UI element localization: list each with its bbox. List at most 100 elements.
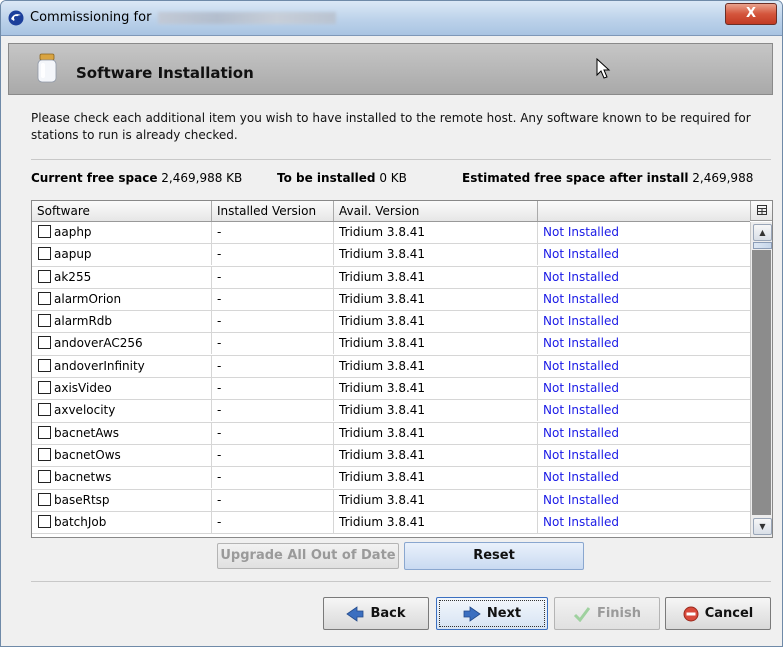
- scroll-track[interactable]: [752, 250, 771, 515]
- table-row[interactable]: aapup - Tridium 3.8.41 Not Installed: [32, 244, 750, 267]
- table-row[interactable]: andoverAC256 - Tridium 3.8.41 Not Installed: [32, 333, 750, 356]
- software-name: bacnetOws: [54, 447, 121, 462]
- installed-version-cell: -: [212, 355, 334, 377]
- installed-version-cell: -: [212, 511, 334, 533]
- column-header-installed-version[interactable]: Installed Version: [212, 201, 334, 221]
- wizard-header: Software Installation: [8, 43, 773, 95]
- install-checkbox[interactable]: [38, 447, 51, 461]
- software-name: alarmRdb: [54, 314, 113, 329]
- estimated-free-space-label: Estimated free space after install: [462, 171, 689, 185]
- window-title: Commissioning for: [30, 10, 152, 25]
- software-cell: baseRtsp: [32, 489, 212, 511]
- vertical-scrollbar[interactable]: ▲ ▼: [750, 222, 772, 537]
- title-bar[interactable]: Commissioning for X: [1, 1, 782, 36]
- table-row[interactable]: axvelocity - Tridium 3.8.41 Not Installed: [32, 400, 750, 423]
- install-checkbox[interactable]: [38, 514, 51, 528]
- table-row[interactable]: aaphp - Tridium 3.8.41 Not Installed: [32, 222, 750, 245]
- install-checkbox[interactable]: [38, 492, 51, 506]
- status-cell: Not Installed: [543, 403, 619, 418]
- column-chooser-icon[interactable]: [750, 201, 772, 221]
- table-row[interactable]: ak255 - Tridium 3.8.41 Not Installed: [32, 266, 750, 289]
- software-name: aaphp: [54, 225, 92, 239]
- table-row[interactable]: bacnetOws - Tridium 3.8.41 Not Installed: [32, 444, 750, 468]
- divider: [31, 159, 771, 160]
- arrow-right-icon: [463, 605, 481, 622]
- software-name: baseRtsp: [54, 492, 110, 507]
- estimated-free-space-value: 2,469,988: [692, 171, 754, 185]
- column-header-software[interactable]: Software: [32, 201, 212, 221]
- install-checkbox[interactable]: [38, 247, 51, 261]
- cancel-button[interactable]: Cancel: [665, 597, 771, 630]
- finish-button-label: Finish: [596, 606, 642, 621]
- installed-version-cell: -: [212, 311, 334, 333]
- install-checkbox[interactable]: [38, 403, 51, 417]
- to-be-installed: To be installed 0 KB: [277, 171, 407, 185]
- software-cell: axisVideo: [32, 378, 212, 400]
- upgrade-all-out-of-date-button[interactable]: Upgrade All Out of Date: [217, 543, 399, 569]
- finish-button[interactable]: Finish: [554, 597, 660, 630]
- status-cell: Not Installed: [543, 514, 619, 529]
- software-name: andoverAC256: [54, 336, 143, 351]
- software-cell: bacnetOws: [32, 444, 212, 466]
- status-cell: Not Installed: [543, 314, 619, 329]
- software-cell: aapup: [32, 244, 212, 266]
- software-name: alarmOrion: [54, 291, 122, 306]
- table-row[interactable]: alarmRdb - Tridium 3.8.41 Not Installed: [32, 311, 750, 334]
- status-cell: Not Installed: [543, 269, 619, 284]
- install-checkbox[interactable]: [38, 336, 51, 350]
- column-header-avail-version[interactable]: Avail. Version: [334, 201, 538, 221]
- scroll-down-button[interactable]: ▼: [753, 518, 772, 535]
- install-checkbox[interactable]: [38, 381, 51, 395]
- column-header-status[interactable]: [538, 201, 750, 221]
- avail-version-cell: Tridium 3.8.41: [334, 266, 538, 288]
- table-row[interactable]: batchJob - Tridium 3.8.41 Not Installed: [32, 511, 750, 535]
- install-checkbox[interactable]: [38, 425, 51, 439]
- reset-button[interactable]: Reset: [404, 542, 584, 570]
- software-cell: alarmRdb: [32, 311, 212, 333]
- current-free-space: Current free space 2,469,988 KB: [31, 171, 242, 185]
- software-name: axvelocity: [54, 403, 116, 418]
- software-cell: aaphp: [32, 222, 212, 243]
- table-row[interactable]: andoverInfinity - Tridium 3.8.41 Not Instal…: [32, 355, 750, 379]
- scroll-up-button[interactable]: ▲: [753, 224, 772, 241]
- to-be-installed-value: 0 KB: [379, 171, 407, 185]
- table-row[interactable]: bacnetws - Tridium 3.8.41 Not Installed: [32, 467, 750, 490]
- avail-version-cell: Tridium 3.8.41: [334, 422, 538, 444]
- status-cell: Not Installed: [543, 225, 619, 239]
- checkmark-icon: [573, 606, 591, 622]
- back-button[interactable]: Back: [323, 597, 429, 630]
- table-header: Software Installed Version Avail. Versio…: [32, 201, 750, 222]
- install-checkbox[interactable]: [38, 314, 51, 328]
- tridium-logo-icon: [8, 10, 24, 26]
- software-name: bacnetws: [54, 470, 112, 485]
- divider: [31, 581, 771, 582]
- install-checkbox[interactable]: [38, 470, 51, 484]
- estimated-free-space: Estimated free space after install 2,469…: [462, 171, 771, 185]
- software-name: ak255: [54, 269, 92, 284]
- installed-version-cell: -: [212, 400, 334, 422]
- table-body: aaphp - Tridium 3.8.41 Not Installed aapup - T…: [32, 222, 750, 535]
- install-checkbox[interactable]: [38, 291, 51, 305]
- scroll-thumb[interactable]: [753, 242, 772, 249]
- installed-version-cell: -: [212, 489, 334, 511]
- installed-version-cell: -: [212, 266, 334, 288]
- next-button[interactable]: Next: [436, 597, 548, 630]
- table-row[interactable]: bacnetAws - Tridium 3.8.41 Not Installed: [32, 422, 750, 445]
- install-checkbox[interactable]: [38, 225, 51, 238]
- status-cell: Not Installed: [543, 358, 619, 373]
- avail-version-cell: Tridium 3.8.41: [334, 511, 538, 533]
- install-checkbox[interactable]: [38, 269, 51, 283]
- table-row[interactable]: alarmOrion - Tridium 3.8.41 Not Installed: [32, 288, 750, 312]
- current-free-space-label: Current free space: [31, 171, 158, 185]
- avail-version-cell: Tridium 3.8.41: [334, 400, 538, 422]
- install-checkbox[interactable]: [38, 358, 51, 372]
- software-cell: andoverAC256: [32, 333, 212, 355]
- software-cell: axvelocity: [32, 400, 212, 422]
- table-row[interactable]: baseRtsp - Tridium 3.8.41 Not Installed: [32, 489, 750, 512]
- cancel-circle-icon: [683, 606, 699, 621]
- status-cell: Not Installed: [543, 447, 619, 462]
- software-cell: batchJob: [32, 511, 212, 533]
- table-row[interactable]: axisVideo - Tridium 3.8.41 Not Installed: [32, 378, 750, 401]
- avail-version-cell: Tridium 3.8.41: [334, 489, 538, 511]
- close-button[interactable]: X: [725, 3, 777, 25]
